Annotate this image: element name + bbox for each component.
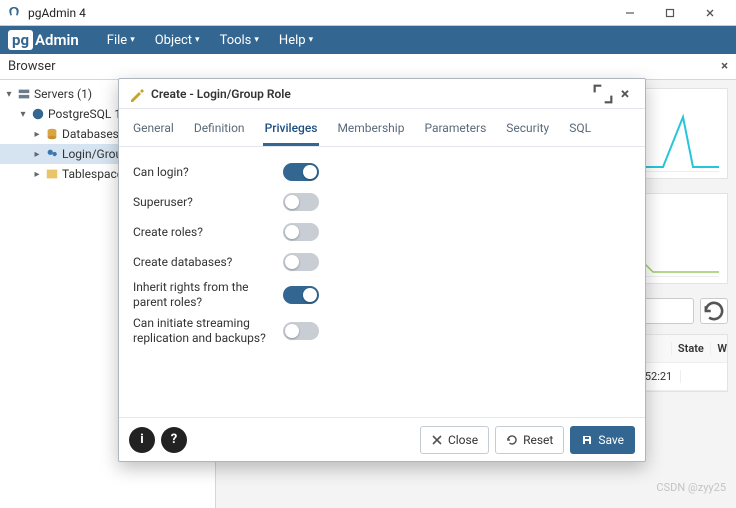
pgadmin-icon: [6, 5, 22, 21]
toggle-0[interactable]: [283, 163, 319, 181]
toggle-2[interactable]: [283, 223, 319, 241]
privilege-label: Superuser?: [133, 195, 283, 210]
privilege-label: Can initiate streaming replication and b…: [133, 316, 283, 346]
user-group-icon: [45, 147, 59, 161]
privilege-row: Superuser?: [133, 187, 631, 217]
browser-title: Browser: [8, 59, 56, 74]
privilege-row: Create databases?: [133, 247, 631, 277]
tab-membership[interactable]: Membership: [335, 115, 406, 146]
close-button[interactable]: Close: [420, 426, 489, 454]
reset-button[interactable]: Reset: [495, 426, 564, 454]
minimize-button[interactable]: [610, 0, 650, 26]
pgadmin-logo: pgAdmin: [8, 30, 79, 50]
tab-parameters[interactable]: Parameters: [422, 115, 488, 146]
tab-security[interactable]: Security: [504, 115, 551, 146]
tab-sql[interactable]: SQL: [567, 115, 593, 146]
close-window-button[interactable]: [690, 0, 730, 26]
create-role-dialog: Create - Login/Group Role × General Defi…: [118, 78, 646, 462]
menu-file[interactable]: File▾: [97, 26, 145, 54]
browser-close-icon[interactable]: ×: [721, 59, 728, 74]
close-dialog-button[interactable]: ×: [615, 84, 635, 104]
window-title: pgAdmin 4: [28, 6, 610, 20]
elephant-icon: [31, 107, 45, 121]
toggle-1[interactable]: [283, 193, 319, 211]
maximize-button[interactable]: [650, 0, 690, 26]
privilege-row: Inherit rights from the parent roles?: [133, 277, 631, 313]
menu-tools[interactable]: Tools▾: [210, 26, 269, 54]
refresh-button[interactable]: [700, 298, 728, 324]
toggle-5[interactable]: [283, 322, 319, 340]
tab-general[interactable]: General: [131, 115, 176, 146]
menubar: pgAdmin File▾ Object▾ Tools▾ Help▾: [0, 26, 736, 54]
privilege-row: Create roles?: [133, 217, 631, 247]
dialog-title: Create - Login/Group Role: [151, 87, 591, 101]
privilege-row: Can login?: [133, 157, 631, 187]
dialog-body: Can login? Superuser? Create roles? Create …: [119, 147, 645, 417]
menu-object[interactable]: Object▾: [145, 26, 210, 54]
privilege-label: Create roles?: [133, 225, 283, 240]
tab-privileges[interactable]: Privileges: [263, 115, 320, 146]
watermark: CSDN @zyy25: [656, 481, 726, 494]
toggle-4[interactable]: [283, 286, 319, 304]
databases-icon: [45, 127, 59, 141]
save-button[interactable]: Save: [570, 426, 635, 454]
servers-icon: [17, 87, 31, 101]
toggle-3[interactable]: [283, 253, 319, 271]
privilege-label: Can login?: [133, 165, 283, 180]
menu-help[interactable]: Help▾: [269, 26, 323, 54]
expand-icon[interactable]: [593, 84, 613, 104]
privilege-row: Can initiate streaming replication and b…: [133, 313, 631, 349]
help-button[interactable]: ?: [161, 427, 187, 453]
privilege-label: Inherit rights from the parent roles?: [133, 280, 283, 310]
privilege-label: Create databases?: [133, 255, 283, 270]
dialog-tabs: General Definition Privileges Membership…: [119, 109, 645, 147]
window-titlebar: pgAdmin 4: [0, 0, 736, 26]
tablespaces-icon: [45, 167, 59, 181]
wizard-icon: [129, 86, 145, 102]
tab-definition[interactable]: Definition: [192, 115, 247, 146]
browser-panel-header: Browser ×: [0, 54, 736, 80]
info-button[interactable]: i: [129, 427, 155, 453]
